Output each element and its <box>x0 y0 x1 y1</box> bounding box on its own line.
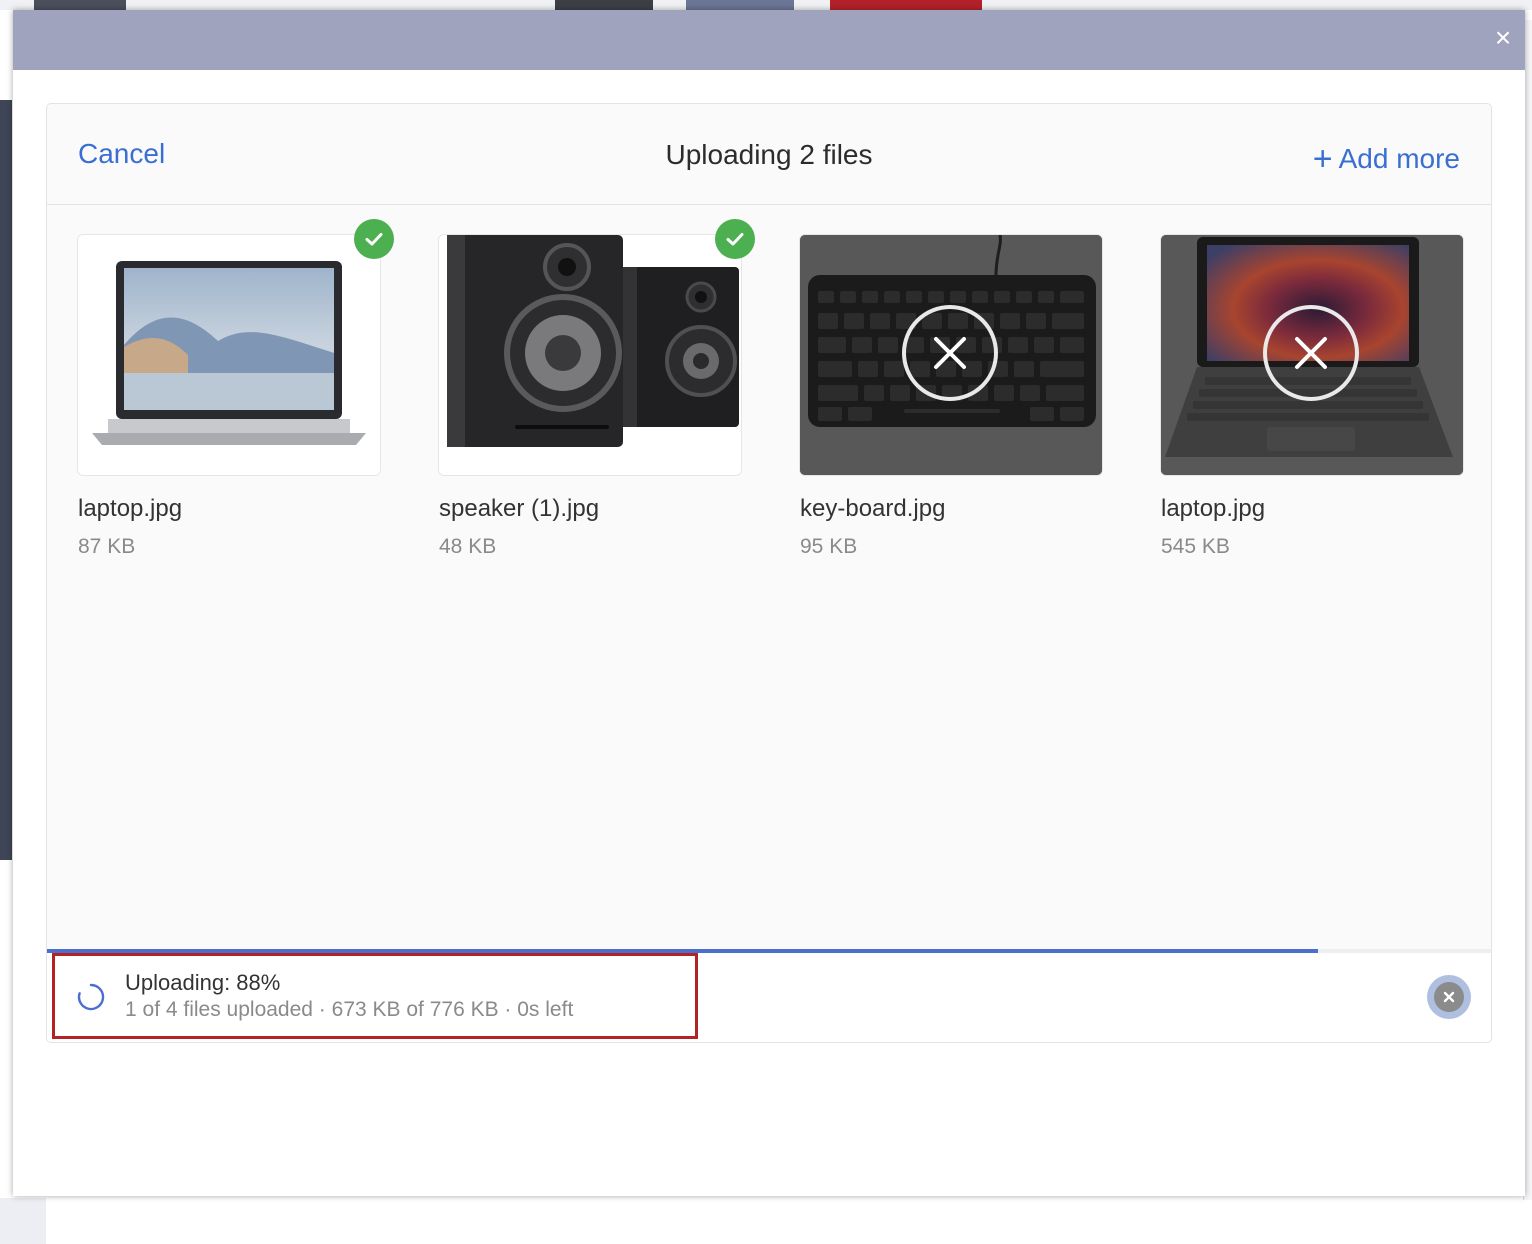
file-item: speaker (1).jpg 48 KB <box>439 219 755 559</box>
file-name: laptop.jpg <box>1161 495 1266 522</box>
close-icon <box>1295 337 1327 369</box>
file-thumbnail[interactable] <box>78 235 380 475</box>
file-size: 95 KB <box>800 535 858 558</box>
dashboard-top-bar: Cancel Uploading 2 files + Add more <box>47 104 1491 205</box>
loading-spinner-icon <box>77 983 105 1011</box>
close-icon: × <box>1494 22 1512 53</box>
file-name: speaker (1).jpg <box>439 495 600 522</box>
modal-header: × <box>13 10 1525 70</box>
file-name: key-board.jpg <box>800 495 946 522</box>
remove-file-button[interactable] <box>902 305 998 401</box>
upload-complete-check-icon <box>354 219 394 259</box>
file-name: laptop.jpg <box>78 495 183 522</box>
file-thumbnail[interactable] <box>439 235 741 475</box>
background-tab <box>34 0 126 10</box>
plus-icon: + <box>1312 140 1333 178</box>
file-item: key-board.jpg 95 KB <box>800 235 1102 559</box>
upload-dashboard: Cancel Uploading 2 files + Add more lapt… <box>46 103 1492 1043</box>
background-tab <box>555 0 653 10</box>
file-thumbnail[interactable] <box>1161 235 1463 475</box>
close-icon <box>934 337 966 369</box>
cancel-upload-button[interactable] <box>1427 975 1471 1019</box>
file-size: 48 KB <box>439 535 497 558</box>
file-size: 87 KB <box>78 535 136 558</box>
background-tab <box>830 0 982 10</box>
status-subtitle: 1 of 4 files uploaded · 673 KB of 776 KB… <box>125 998 574 1021</box>
file-size: 545 KB <box>1161 535 1230 558</box>
file-item: laptop.jpg 87 KB <box>78 219 394 559</box>
cancel-upload-icon <box>1434 982 1464 1012</box>
upload-modal: × Cancel Uploading 2 files + Add more la… <box>13 10 1525 1196</box>
status-title: Uploading: 88% <box>125 970 281 995</box>
dashboard-title: Uploading 2 files <box>665 139 873 170</box>
upload-complete-check-icon <box>715 219 755 259</box>
file-thumbnail[interactable] <box>800 235 1102 475</box>
status-bar: Uploading: 88% 1 of 4 files uploaded · 6… <box>47 953 1491 1042</box>
file-item: laptop.jpg 545 KB <box>1161 235 1463 559</box>
background-footer-area <box>0 1198 46 1244</box>
add-more-label: Add more <box>1338 143 1460 174</box>
speakers-image <box>439 235 741 475</box>
laptop-image <box>78 235 380 475</box>
remove-file-button[interactable] <box>1263 305 1359 401</box>
background-tab <box>686 0 794 10</box>
add-more-button[interactable]: + Add more <box>1312 138 1460 178</box>
background-sidebar <box>0 100 12 860</box>
modal-close-button[interactable]: × <box>1489 24 1517 52</box>
